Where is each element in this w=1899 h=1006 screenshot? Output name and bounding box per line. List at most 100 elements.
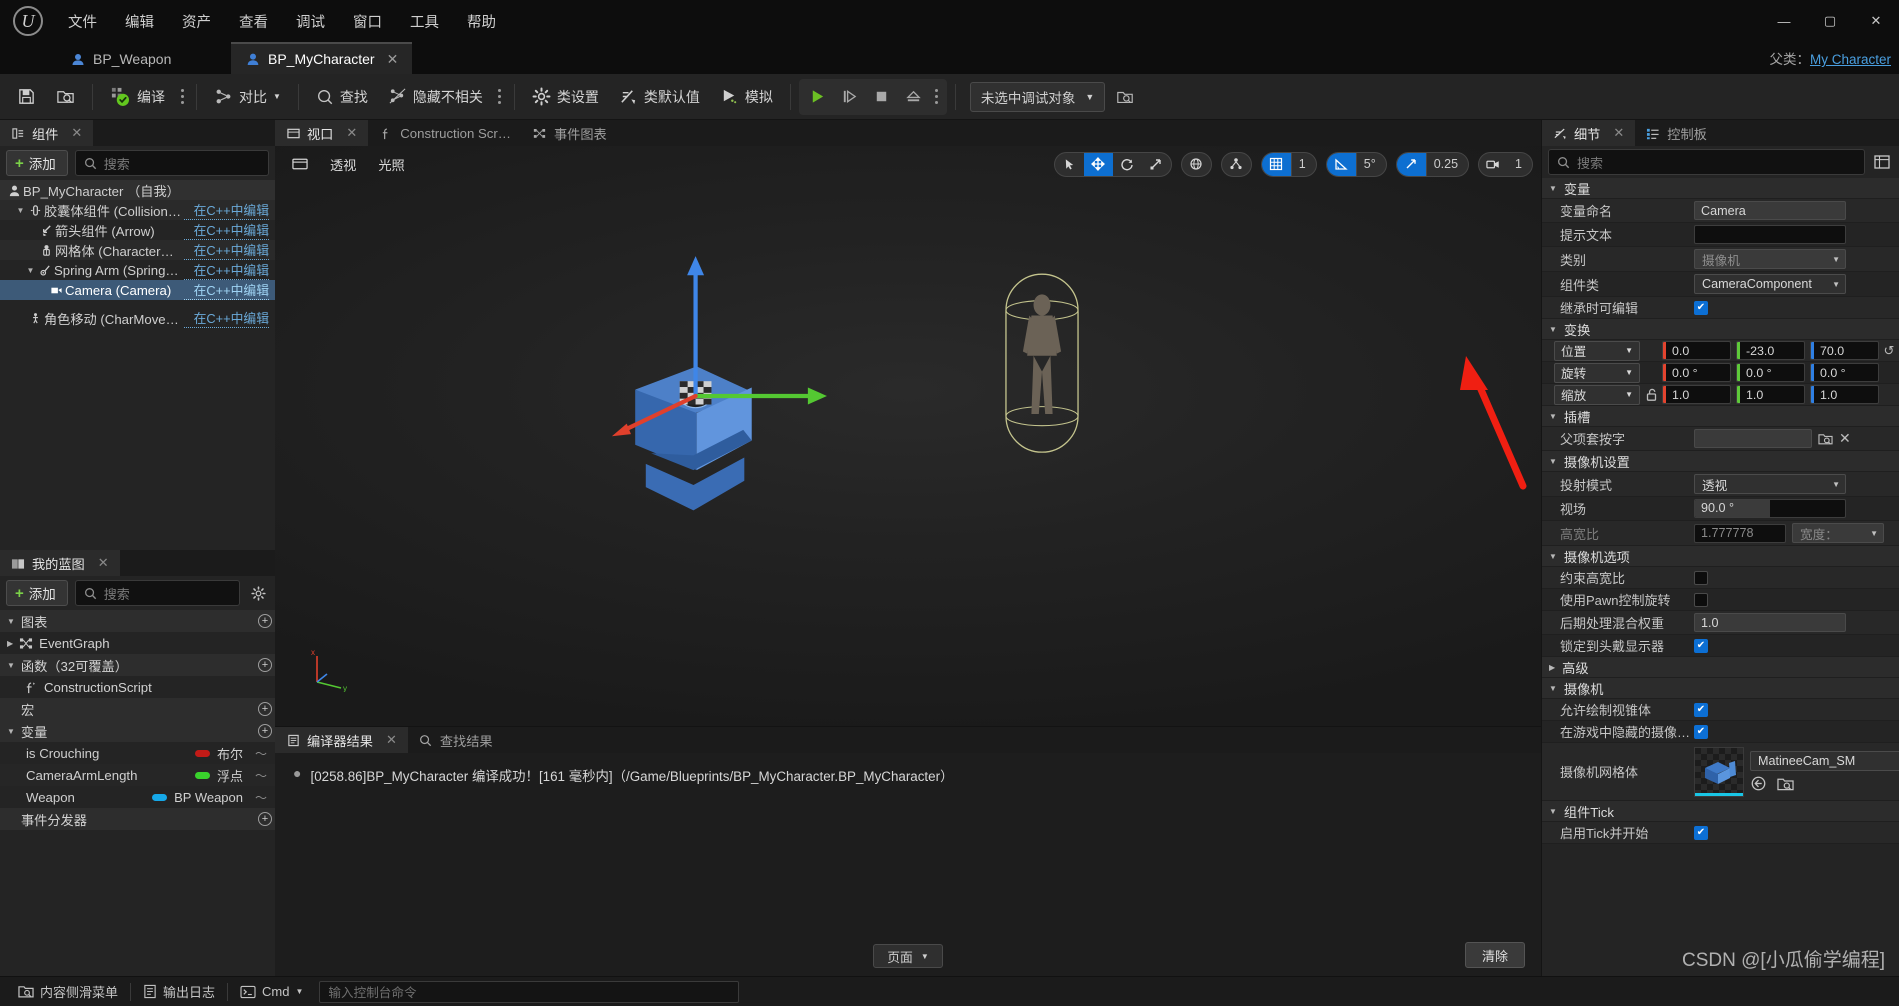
edit-in-cpp-link[interactable]: 在C++中编辑 <box>183 220 269 240</box>
camera-mesh-thumbnail[interactable] <box>1694 746 1744 797</box>
section-graphs[interactable]: ▼ 图表 + <box>0 610 275 632</box>
viewport-3d[interactable]: 透视 光照 1 5° 0.25 1 x y <box>275 146 1541 726</box>
debug-browse-button[interactable] <box>1107 78 1143 116</box>
tree-row-bp-mycharacter[interactable]: BP_MyCharacter （自我） <box>0 180 275 200</box>
edit-in-cpp-link[interactable]: 在C++中编辑 <box>183 280 269 300</box>
location-x-input[interactable]: 0.0 <box>1662 341 1731 360</box>
location-y-input[interactable]: -23.0 <box>1736 341 1805 360</box>
parent-socket-input[interactable] <box>1694 429 1812 448</box>
constrain-aspect-ratio-checkbox[interactable] <box>1694 570 1708 585</box>
chevron-right-icon[interactable]: ▶ <box>7 639 13 648</box>
chevron-down-icon[interactable]: ▼ <box>1549 552 1557 561</box>
details-grid-view-button[interactable] <box>1871 151 1893 173</box>
scale-z-input[interactable]: 1.0 <box>1810 385 1879 404</box>
tree-row-camera[interactable]: Camera (Camera) 在C++中编辑 <box>0 280 275 300</box>
chevron-right-icon[interactable]: ▶ <box>1549 663 1555 672</box>
variable-visibility-toggle[interactable]: 〜 <box>251 767 267 784</box>
tree-row-springarm[interactable]: ▼ Spring Arm (SpringArm) 在C++中编辑 <box>0 260 275 280</box>
maximize-button[interactable]: ▢ <box>1807 0 1853 42</box>
hidden-in-game-camera-mesh-checkbox[interactable] <box>1694 724 1708 739</box>
compile-button[interactable]: 编译 <box>101 78 174 116</box>
asset-tab-bp-weapon[interactable]: BP_Weapon <box>56 42 231 74</box>
hide-unrelated-button[interactable]: 隐藏不相关 <box>379 78 492 116</box>
item-constructionscript[interactable]: ConstructionScript <box>0 676 275 698</box>
clear-results-button[interactable]: 清除 <box>1464 942 1525 968</box>
browse-asset-icon[interactable] <box>1777 776 1794 792</box>
content-drawer-button[interactable]: 内容侧滑菜单 <box>6 980 130 1004</box>
close-button[interactable]: ✕ <box>1853 0 1899 42</box>
output-log-button[interactable]: 输出日志 <box>131 980 227 1004</box>
chevron-down-icon[interactable]: ▼ <box>24 266 37 275</box>
tab-construction-script[interactable]: Construction Scr… <box>368 120 522 146</box>
post-process-blend-weight-input[interactable]: 1.0 <box>1694 613 1846 632</box>
group-camera-settings[interactable]: ▼ 摄像机设置 <box>1542 451 1899 472</box>
my-blueprint-search-input[interactable]: 搜索 <box>74 580 240 606</box>
use-selected-asset-icon[interactable] <box>1750 775 1767 792</box>
variable-name-input[interactable]: Camera <box>1694 201 1846 220</box>
unreal-logo[interactable]: U <box>0 0 56 42</box>
my-blueprint-settings-button[interactable] <box>247 582 269 604</box>
components-search-input[interactable]: 搜索 <box>74 150 269 176</box>
menu-debug[interactable]: 调试 <box>284 7 337 36</box>
scale-y-input[interactable]: 1.0 <box>1736 385 1805 404</box>
class-settings-button[interactable]: 类设置 <box>523 78 608 116</box>
menu-edit[interactable]: 编辑 <box>113 7 166 36</box>
section-event-dispatchers[interactable]: 事件分发器 + <box>0 808 275 830</box>
section-functions[interactable]: ▼ 函数（32可覆盖） + <box>0 654 275 676</box>
chevron-down-icon[interactable]: ▼ <box>1549 457 1557 466</box>
section-macros[interactable]: 宏 + <box>0 698 275 720</box>
chevron-down-icon[interactable]: ▼ <box>1549 412 1557 421</box>
tree-row-collisioncylinder[interactable]: ▼ 胶囊体组件 (CollisionCylinder) 在C++中编辑 <box>0 200 275 220</box>
menu-assets[interactable]: 资产 <box>170 7 223 36</box>
close-icon[interactable]: ✕ <box>383 51 403 68</box>
tab-event-graph[interactable]: 事件图表 <box>521 120 618 146</box>
hide-unrelated-options-button[interactable] <box>494 80 506 114</box>
group-advanced[interactable]: ▶ 高级 <box>1542 657 1899 678</box>
diff-button[interactable]: 对比 ▼ <box>205 78 290 116</box>
debug-object-select[interactable]: 未选中调试对象 ▼ <box>969 81 1106 112</box>
chevron-down-icon[interactable]: ▼ <box>7 661 15 670</box>
chevron-down-icon[interactable]: ▼ <box>7 727 15 736</box>
menu-view[interactable]: 查看 <box>227 7 280 36</box>
item-eventgraph[interactable]: ▶ EventGraph <box>0 632 275 654</box>
compile-options-button[interactable] <box>176 80 188 114</box>
location-z-input[interactable]: 70.0 <box>1810 341 1879 360</box>
scale-lock-toggle[interactable] <box>1640 388 1662 402</box>
save-button[interactable] <box>8 78 45 116</box>
rotation-y-input[interactable]: 0.0 ° <box>1736 363 1805 382</box>
editable-when-inherited-checkbox[interactable] <box>1694 300 1708 315</box>
browse-button[interactable] <box>47 78 84 116</box>
close-icon[interactable]: ✕ <box>386 732 397 748</box>
group-variable[interactable]: ▼ 变量 <box>1542 178 1899 199</box>
step-button[interactable] <box>835 81 865 113</box>
tab-find-results[interactable]: 查找结果 <box>407 727 504 753</box>
group-camera-options[interactable]: ▼ 摄像机选项 <box>1542 546 1899 567</box>
group-component-tick[interactable]: ▼ 组件Tick <box>1542 801 1899 822</box>
location-dropdown[interactable]: 位置 ▼ <box>1554 340 1640 361</box>
eject-button[interactable] <box>899 81 929 113</box>
aspect-ratio-input[interactable]: 1.777778 <box>1694 523 1786 543</box>
revert-location-button[interactable]: ↺ <box>1879 343 1899 359</box>
tree-row-arrow[interactable]: 箭头组件 (Arrow) 在C++中编辑 <box>0 220 275 240</box>
variable-row-iscrouching[interactable]: is Crouching 布尔 〜 <box>0 742 275 764</box>
group-camera[interactable]: ▼ 摄像机 <box>1542 678 1899 699</box>
tab-components[interactable]: 组件 ✕ <box>0 120 94 146</box>
simulate-button[interactable]: 模拟 <box>711 78 782 116</box>
edit-in-cpp-link[interactable]: 在C++中编辑 <box>183 260 269 280</box>
camera-mesh-dropdown[interactable]: MatineeCam_SM ▼ <box>1750 751 1899 771</box>
edit-in-cpp-link[interactable]: 在C++中编辑 <box>183 200 269 220</box>
chevron-down-icon[interactable]: ▼ <box>1549 184 1557 193</box>
play-button[interactable] <box>803 81 833 113</box>
rotation-z-input[interactable]: 0.0 ° <box>1810 363 1879 382</box>
add-graph-button[interactable]: + <box>255 611 275 631</box>
group-transform[interactable]: ▼ 变换 <box>1542 319 1899 340</box>
tab-my-blueprint[interactable]: 我的蓝图 ✕ <box>0 550 120 576</box>
stop-button[interactable] <box>867 81 897 113</box>
field-of-view-slider[interactable]: 90.0 ° <box>1694 499 1846 518</box>
chevron-down-icon[interactable]: ▼ <box>7 617 15 626</box>
menu-file[interactable]: 文件 <box>56 7 109 36</box>
parent-class-link[interactable]: My Character <box>1810 52 1891 67</box>
variable-row-cameraarmlength[interactable]: CameraArmLength 浮点 〜 <box>0 764 275 786</box>
chevron-down-icon[interactable]: ▼ <box>1549 684 1557 693</box>
tree-row-charmovecomp[interactable]: 角色移动 (CharMoveComp) 在C++中编辑 <box>0 308 275 328</box>
